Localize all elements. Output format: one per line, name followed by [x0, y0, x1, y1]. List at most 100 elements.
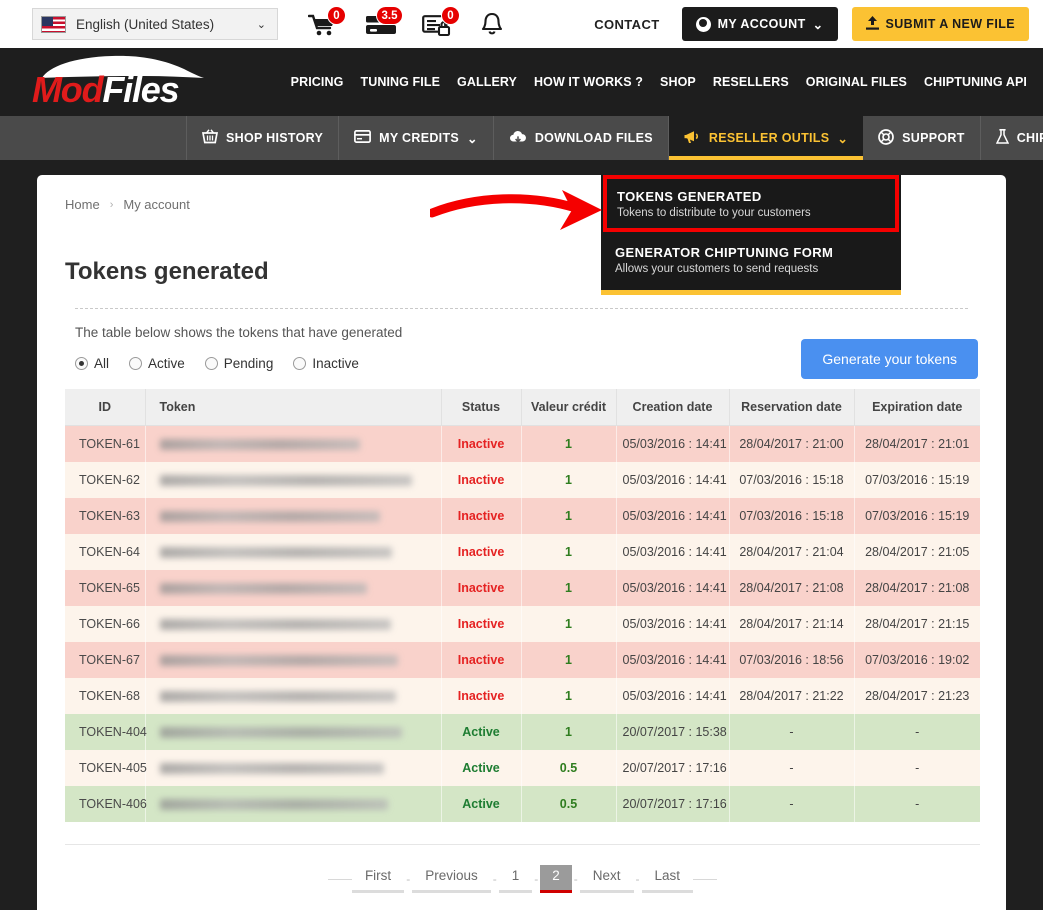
nav-chiptuning-api[interactable]: CHIPTUNING API	[924, 75, 1027, 89]
table-row[interactable]: TOKEN-61 Inactive 1 05/03/2016 : 14:41 28/04…	[65, 425, 980, 462]
radio-indicator	[129, 357, 143, 370]
table-row[interactable]: TOKEN-65 Inactive 1 05/03/2016 : 14:41 28/04…	[65, 570, 980, 606]
cell-credit-value: 1	[521, 425, 617, 462]
contact-link[interactable]: CONTACT	[594, 17, 659, 32]
dotted-divider	[75, 308, 968, 309]
lifebuoy-icon	[878, 128, 895, 148]
cell-token	[145, 425, 442, 462]
nav-original-files[interactable]: ORIGINAL FILES	[806, 75, 907, 89]
language-selector[interactable]: English (United States) ⌄	[32, 8, 278, 40]
nav-tuning-file[interactable]: TUNING FILE	[360, 75, 440, 89]
logo-mod: Mod	[32, 69, 104, 110]
nav-shop[interactable]: SHOP	[660, 75, 696, 89]
pagination-dash: -	[635, 872, 640, 886]
pagination-page-1[interactable]: 1	[498, 865, 533, 893]
filter-radio-pending[interactable]: Pending	[204, 356, 273, 371]
megaphone-icon	[684, 130, 701, 147]
modfiles-logo[interactable]: ModFiles	[30, 52, 216, 112]
table-row[interactable]: TOKEN-405 Active 0.5 20/07/2017 : 17:16- -	[65, 750, 980, 786]
table-row[interactable]: TOKEN-64 Inactive 1 05/03/2016 : 14:41 28/04…	[65, 534, 980, 570]
dropdown-item-generator-chiptuning-form[interactable]: GENERATOR CHIPTUNING FORM Allows your cu…	[601, 232, 901, 286]
filter-radio-inactive[interactable]: Inactive	[293, 356, 359, 371]
cell-credit-value: 0.5	[521, 750, 617, 786]
col-status[interactable]: Status	[441, 389, 522, 426]
subnav-item-chiptuning-api[interactable]: CHIPTUNING API ⌄	[981, 116, 1043, 160]
nav-how-it-works[interactable]: HOW IT WORKS ?	[534, 75, 643, 89]
filter-radio-all[interactable]: All	[75, 356, 109, 371]
cell-token	[145, 786, 442, 822]
subnav-item-shop-history[interactable]: SHOP HISTORY	[186, 116, 340, 160]
submit-new-file-button[interactable]: SUBMIT A NEW FILE	[851, 7, 1029, 41]
nav-gallery[interactable]: GALLERY	[457, 75, 517, 89]
pagination-previous[interactable]: Previous	[412, 865, 491, 893]
table-row[interactable]: TOKEN-67 Inactive 1 05/03/2016 : 14:41 07/03…	[65, 642, 980, 678]
credit-card-icon[interactable]: 3.5	[365, 6, 403, 39]
table-row[interactable]: TOKEN-66 Inactive 1 05/03/2016 : 14:41 28/04…	[65, 606, 980, 642]
cell-status: Inactive	[441, 425, 522, 462]
cell-reservation-date: -	[729, 786, 855, 822]
subnav-label: DOWNLOAD FILES	[534, 131, 653, 145]
dropdown-item-tokens-generated[interactable]: TOKENS GENERATED Tokens to distribute to…	[603, 175, 899, 232]
breadcrumb-home[interactable]: Home	[65, 197, 100, 212]
my-account-button[interactable]: MY ACCOUNT ⌄	[681, 7, 838, 41]
chevron-down-icon: ⌄	[256, 18, 266, 31]
cell-reservation-date: 07/03/2016 : 15:18	[729, 498, 855, 534]
cell-credit-value: 1	[521, 606, 617, 642]
notification-bell-icon[interactable]	[479, 9, 515, 39]
cell-expiration-date: 28/04/2017 : 21:01	[854, 425, 980, 462]
table-row[interactable]: TOKEN-62 Inactive 1 05/03/2016 : 14:41 07/03…	[65, 462, 980, 498]
pagination-rule	[327, 878, 352, 880]
subnav-label: SHOP HISTORY	[226, 131, 324, 145]
table-row[interactable]: TOKEN-68 Inactive 1 05/03/2016 : 14:41 28/04…	[65, 678, 980, 714]
subnav-item-support[interactable]: SUPPORT	[863, 116, 981, 160]
col-id[interactable]: ID	[65, 389, 146, 426]
nav-resellers[interactable]: RESELLERS	[713, 75, 789, 89]
cell-expiration-date: 28/04/2017 : 21:23	[854, 678, 980, 714]
cell-token	[145, 606, 442, 642]
col-expiration-date[interactable]: Expiration date	[854, 389, 980, 426]
pagination-page-2[interactable]: 2	[540, 865, 572, 893]
cell-id: TOKEN-67	[65, 642, 146, 678]
generate-tokens-button[interactable]: Generate your tokens	[801, 339, 978, 379]
status-badge: Inactive	[457, 437, 505, 451]
locked-document-icon[interactable]: 0	[422, 6, 460, 39]
pagination-first[interactable]: First	[351, 865, 405, 893]
pagination-last[interactable]: Last	[641, 865, 694, 893]
col-reservation-date[interactable]: Reservation date	[729, 389, 855, 426]
redacted-token-value	[159, 655, 398, 667]
filter-radio-active[interactable]: Active	[129, 356, 185, 371]
cell-reservation-date: 07/03/2016 : 15:18	[729, 462, 855, 498]
cell-id: TOKEN-66	[65, 606, 146, 642]
top-utility-bar: English (United States) ⌄ 0 3.5 0 CONTAC…	[0, 0, 1043, 48]
cell-expiration-date: 28/04/2017 : 21:05	[854, 534, 980, 570]
subnav-label: CHIPTUNING API	[1016, 131, 1043, 145]
breadcrumb-current[interactable]: My account	[123, 197, 189, 212]
cell-credit-value: 1	[521, 462, 617, 498]
pagination-next[interactable]: Next	[579, 865, 634, 893]
table-row[interactable]: TOKEN-406 Active 0.5 20/07/2017 : 17:16- -	[65, 786, 980, 822]
cell-status: Inactive	[441, 606, 522, 642]
credit-value: 1	[565, 437, 572, 451]
col-valeur-credit[interactable]: Valeur crédit	[521, 389, 617, 426]
filter-label: All	[94, 356, 110, 371]
subnav-item-reseller-outils[interactable]: RESELLER OUTILS ⌄	[668, 116, 864, 160]
table-row[interactable]: TOKEN-404 Active 1 20/07/2017 : 15:38- -	[65, 714, 980, 750]
subnav-item-my-credits[interactable]: MY CREDITS ⌄	[339, 116, 494, 160]
cell-id: TOKEN-62	[65, 462, 146, 498]
table-row[interactable]: TOKEN-63 Inactive 1 05/03/2016 : 14:41 07/03…	[65, 498, 980, 534]
status-badge: Active	[462, 797, 500, 811]
cell-expiration-date: 07/03/2016 : 19:02	[854, 642, 980, 678]
shopping-cart-icon[interactable]: 0	[308, 6, 346, 39]
credit-value: 0.5	[559, 797, 578, 811]
nav-pricing[interactable]: PRICING	[291, 75, 344, 89]
col-creation-date[interactable]: Creation date	[616, 389, 730, 426]
credit-value: 1	[565, 545, 572, 559]
redacted-token-value	[159, 799, 388, 811]
redacted-token-value	[159, 691, 396, 703]
logo-wordmark: ModFiles	[32, 69, 180, 110]
subnav-item-download-files[interactable]: DOWNLOAD FILES	[494, 116, 669, 160]
col-token[interactable]: Token	[145, 389, 442, 426]
breadcrumb-separator-icon: ›	[109, 198, 114, 211]
pagination-dash: -	[492, 872, 497, 886]
cell-reservation-date: 28/04/2017 : 21:22	[729, 678, 855, 714]
